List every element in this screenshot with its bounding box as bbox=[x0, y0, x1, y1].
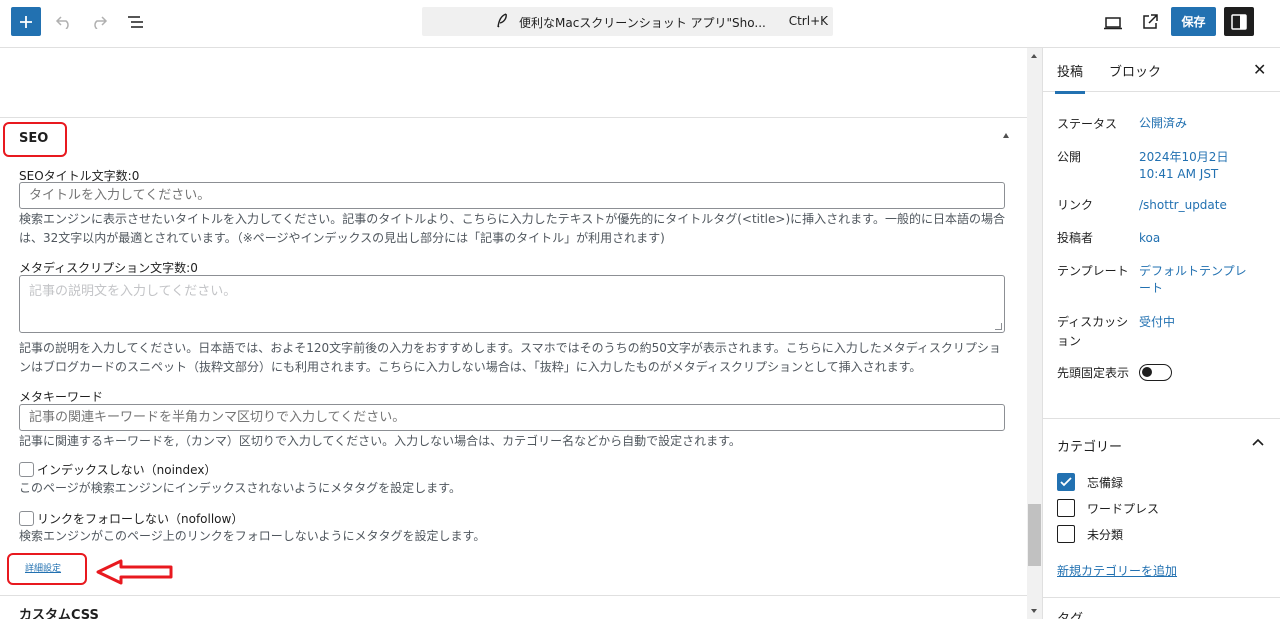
author-value[interactable]: koa bbox=[1139, 230, 1257, 247]
close-icon[interactable]: ✕ bbox=[1253, 60, 1266, 79]
noindex-help: このページが検索エンジンにインデックスされないようにメタタグを設定します。 bbox=[19, 481, 461, 495]
category-item[interactable]: 忘備録 bbox=[1057, 473, 1123, 491]
undo-icon bbox=[55, 16, 69, 29]
seo-section-title[interactable]: SEO bbox=[19, 131, 48, 146]
shortcut-hint: Ctrl+K bbox=[788, 14, 828, 28]
tag-panel-title[interactable]: タグ bbox=[1057, 608, 1083, 619]
redo-icon bbox=[94, 16, 108, 29]
category-label: 忘備録 bbox=[1087, 475, 1124, 490]
check-icon bbox=[1060, 477, 1072, 487]
category-item[interactable]: ワードプレス bbox=[1057, 499, 1159, 517]
nofollow-checkbox[interactable] bbox=[19, 511, 34, 526]
advanced-settings-link[interactable]: 詳細設定 bbox=[25, 561, 61, 574]
settings-sidebar: 投稿 ブロック ✕ ステータス 公開済み 公開 2024年10月2日 10:41… bbox=[1042, 48, 1280, 619]
tab-post[interactable]: 投稿 bbox=[1054, 61, 1086, 94]
category-panel-title[interactable]: カテゴリー bbox=[1057, 436, 1122, 455]
divider bbox=[0, 595, 1027, 596]
template-value[interactable]: デフォルトテンプレート bbox=[1139, 263, 1257, 297]
sidebar-tabs: 投稿 ブロック ✕ bbox=[1043, 48, 1280, 94]
noindex-label: インデックスしない（noindex） bbox=[37, 463, 217, 477]
editor-scrollbar[interactable] bbox=[1027, 48, 1042, 619]
category-label: 未分類 bbox=[1087, 527, 1124, 542]
meta-keyword-help: 記事に関連するキーワードを,（カンマ）区切りで入力してください。入力しない場合は… bbox=[19, 434, 741, 448]
document-overview-button[interactable] bbox=[124, 10, 148, 34]
discussion-label: ディスカッション bbox=[1057, 315, 1129, 348]
scroll-up-arrow[interactable] bbox=[1031, 54, 1037, 58]
nofollow-help: 検索エンジンがこのページ上のリンクをフォローしないようにメタタグを設定します。 bbox=[19, 529, 486, 543]
preview-button[interactable] bbox=[1100, 10, 1126, 36]
desktop-icon bbox=[1104, 17, 1122, 30]
noindex-checkbox[interactable] bbox=[19, 462, 34, 477]
category-checkbox[interactable] bbox=[1057, 499, 1075, 517]
tab-block[interactable]: ブロック bbox=[1109, 61, 1161, 80]
seo-title-input[interactable] bbox=[19, 182, 1005, 209]
divider bbox=[1043, 597, 1280, 598]
view-post-button[interactable] bbox=[1138, 10, 1162, 34]
scroll-down-arrow[interactable] bbox=[1031, 609, 1037, 613]
editor-canvas: SEO SEOタイトル文字数:0 検索エンジンに表示させたいタイトルを入力してく… bbox=[0, 48, 1027, 619]
template-label: テンプレート bbox=[1057, 264, 1129, 278]
resize-handle[interactable] bbox=[995, 323, 1002, 330]
author-label: 投稿者 bbox=[1057, 231, 1094, 245]
chevron-up-icon[interactable] bbox=[1251, 436, 1265, 450]
document-title: 便利なMacスクリーンショット アプリ"Sho... bbox=[519, 16, 766, 30]
divider bbox=[1043, 418, 1280, 419]
scroll-thumb[interactable] bbox=[1028, 504, 1041, 566]
link-label: リンク bbox=[1057, 198, 1094, 212]
meta-keyword-input[interactable] bbox=[19, 404, 1005, 431]
meta-description-placeholder: 記事の説明文を入力してください。 bbox=[29, 284, 237, 299]
status-value[interactable]: 公開済み bbox=[1139, 115, 1257, 132]
status-label: ステータス bbox=[1057, 117, 1118, 131]
nofollow-label: リンクをフォローしない（nofollow） bbox=[37, 512, 244, 526]
quill-icon bbox=[497, 13, 507, 28]
editor-toolbar: 便利なMacスクリーンショット アプリ"Sho... Ctrl+K 保存 bbox=[0, 0, 1280, 48]
sticky-label: 先頭固定表示 bbox=[1057, 366, 1130, 380]
sticky-toggle[interactable] bbox=[1139, 364, 1172, 381]
publish-label: 公開 bbox=[1057, 150, 1082, 164]
noindex-option[interactable]: インデックスしない（noindex） bbox=[19, 461, 216, 478]
meta-description-help: 記事の説明を入力してください。日本語では、およそ120文字前後の入力をおすすめし… bbox=[19, 341, 1001, 374]
command-palette-bar[interactable]: 便利なMacスクリーンショット アプリ"Sho... Ctrl+K bbox=[422, 7, 833, 36]
seo-title-help: 検索エンジンに表示させたいタイトルを入力してください。記事のタイトルより、こちら… bbox=[19, 212, 1005, 245]
meta-description-label: メタディスクリプション文字数:0 bbox=[19, 261, 198, 275]
divider bbox=[0, 117, 1027, 118]
category-checkbox[interactable] bbox=[1057, 473, 1075, 491]
add-new-category-link[interactable]: 新規カテゴリーを追加 bbox=[1057, 562, 1177, 579]
red-arrow-icon bbox=[96, 559, 173, 585]
link-value[interactable]: /shottr_update bbox=[1139, 197, 1257, 214]
add-block-button[interactable] bbox=[11, 7, 41, 36]
meta-description-textarea[interactable]: 記事の説明文を入力してください。 bbox=[19, 275, 1005, 333]
sidebar-toggle-icon bbox=[1231, 13, 1247, 30]
list-view-icon bbox=[128, 16, 143, 28]
nofollow-option[interactable]: リンクをフォローしない（nofollow） bbox=[19, 510, 243, 527]
category-label: ワードプレス bbox=[1087, 501, 1160, 516]
meta-keyword-label: メタキーワード bbox=[19, 390, 104, 404]
plus-icon bbox=[20, 15, 32, 28]
category-checkbox[interactable] bbox=[1057, 525, 1075, 543]
external-link-icon bbox=[1143, 14, 1158, 29]
settings-button[interactable] bbox=[1224, 7, 1254, 36]
custom-css-section-title[interactable]: カスタムCSS bbox=[19, 604, 99, 619]
category-item[interactable]: 未分類 bbox=[1057, 525, 1123, 543]
collapse-icon[interactable] bbox=[1003, 133, 1009, 138]
save-button[interactable]: 保存 bbox=[1171, 7, 1216, 36]
publish-date-value[interactable]: 2024年10月2日 10:41 AM JST bbox=[1139, 149, 1257, 183]
discussion-value[interactable]: 受付中 bbox=[1139, 314, 1257, 331]
redo-button[interactable] bbox=[87, 10, 111, 34]
undo-button[interactable] bbox=[52, 10, 76, 34]
